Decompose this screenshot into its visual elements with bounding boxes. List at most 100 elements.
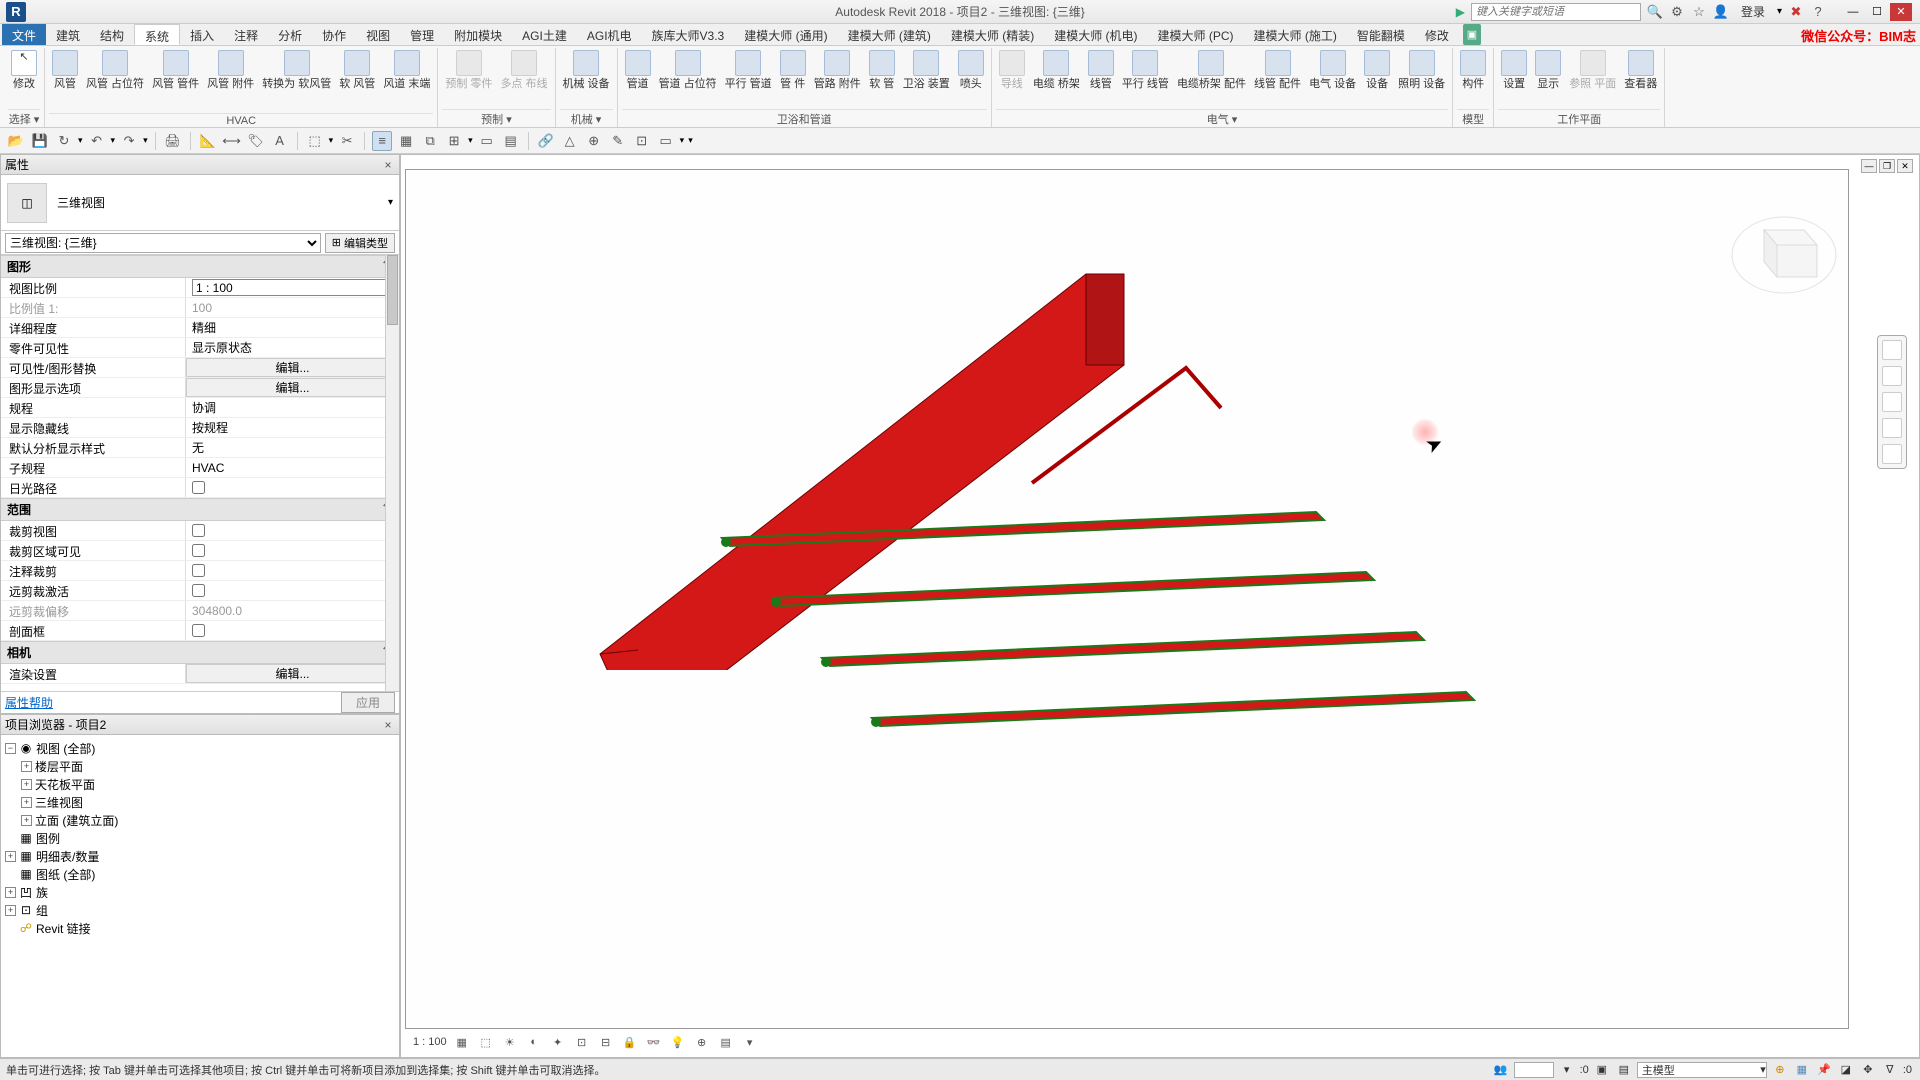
sel-face-icon[interactable]: ◪ [1837,1062,1855,1078]
mech-equip-button[interactable]: 机械 设备 [560,48,613,93]
exchange-icon[interactable]: ✖ [1788,4,1804,20]
tab-analyze[interactable]: 分析 [268,24,312,45]
far-clip-checkbox[interactable] [192,584,205,597]
duct-button[interactable]: 风管 [49,48,81,93]
sel-pinned-icon[interactable]: 📌 [1815,1062,1833,1078]
qat-undo-icon[interactable]: ↶ [87,131,107,151]
tree-toggle[interactable]: + [21,815,32,826]
discipline-value[interactable]: 协调 [186,398,399,417]
nav-orbit-icon[interactable] [1882,418,1902,438]
minimize-button[interactable]: — [1842,3,1864,21]
lock-icon[interactable]: 🔒 [621,1034,639,1050]
sel-link-icon[interactable]: ⊕ [1771,1062,1789,1078]
tab-jm1[interactable]: 建模大师 (通用) [734,24,837,45]
help-icon[interactable]: ? [1810,4,1826,20]
tree-toggle[interactable]: + [5,905,16,916]
qat-text-icon[interactable]: A [270,131,290,151]
tab-annotate[interactable]: 注释 [224,24,268,45]
tab-jm5[interactable]: 建模大师 (PC) [1148,24,1244,45]
tree-elevations[interactable]: 立面 (建筑立面) [35,812,118,829]
qat-thin-lines-icon[interactable]: ≡ [372,131,392,151]
qat-join-icon[interactable]: ▭ [656,131,676,151]
nav-zoom-icon[interactable] [1882,392,1902,412]
sel-underlay-icon[interactable]: ▦ [1793,1062,1811,1078]
viewer-button[interactable]: 查看器 [1621,48,1660,93]
more-icon[interactable]: ▾ [741,1034,759,1050]
star-icon[interactable]: ☆ [1691,4,1707,20]
view-restore-icon[interactable]: ❐ [1879,159,1895,173]
qat-print-icon[interactable]: 🖨 [163,131,183,151]
qat-close-hidden-icon[interactable]: ▦ [396,131,416,151]
qat-3d-icon[interactable]: ⬚ [305,131,325,151]
temp-hide-icon[interactable]: 👓 [645,1034,663,1050]
view-cube[interactable] [1729,205,1839,295]
qat-tag-icon[interactable]: 🏷 [246,131,266,151]
tab-view[interactable]: 视图 [356,24,400,45]
pipe-button[interactable]: 管道 [622,48,654,93]
tab-agi1[interactable]: AGI土建 [512,24,577,45]
vg-edit-button[interactable]: 编辑... [186,358,399,377]
login-link[interactable]: 登录 [1741,3,1765,20]
editable-icon[interactable]: ▣ [1593,1062,1611,1078]
qat-ui-icon[interactable]: ▭ [477,131,497,151]
tab-help-icon[interactable]: ▣ [1463,24,1481,45]
instance-filter-select[interactable]: 三维视图: {三维} [5,233,321,253]
qat-dim-icon[interactable]: ⟷ [222,131,242,151]
detail-level-icon[interactable]: ▦ [453,1034,471,1050]
sprinkler-button[interactable]: 喷头 [955,48,987,93]
qat-save-icon[interactable]: 💾 [30,131,50,151]
app-icon[interactable]: R [6,2,26,22]
tab-jm2[interactable]: 建模大师 (建筑) [838,24,941,45]
convert-flex-button[interactable]: 转换为 软风管 [259,48,334,93]
air-terminal-button[interactable]: 风道 末端 [380,48,433,93]
qat-more-icon[interactable]: ▤ [501,131,521,151]
reveal-icon[interactable]: 💡 [669,1034,687,1050]
properties-help-link[interactable]: 属性帮助 [5,694,53,711]
analytical-icon[interactable]: ⊕ [693,1034,711,1050]
tree-floorplans[interactable]: 楼层平面 [35,758,83,775]
parts-vis-value[interactable]: 显示原状态 [186,338,399,357]
view-minimize-icon[interactable]: — [1861,159,1877,173]
qat-link-icon[interactable]: 🔗 [536,131,556,151]
show-wp-button[interactable]: 显示 [1532,48,1564,93]
properties-close-icon[interactable]: × [381,158,395,172]
sunpath-checkbox[interactable] [192,481,205,494]
flex-duct-button[interactable]: 软 风管 [336,48,378,93]
maximize-button[interactable]: ☐ [1866,3,1888,21]
tab-addins[interactable]: 附加模块 [444,24,512,45]
qat-sync-icon[interactable]: ↻ [54,131,74,151]
sunpath-icon[interactable]: ☀ [501,1034,519,1050]
parallel-conduit-button[interactable]: 平行 线管 [1119,48,1172,93]
hidden-lines-value[interactable]: 按规程 [186,418,399,437]
conduit-button[interactable]: 线管 [1085,48,1117,93]
tree-views-root[interactable]: 视图 (全部) [36,740,95,757]
modify-button[interactable]: ↖修改 [8,48,40,93]
qat-coord-icon[interactable]: △ [560,131,580,151]
close-button[interactable]: ✕ [1890,3,1912,21]
device-button[interactable]: 设备 [1361,48,1393,93]
tree-toggle[interactable]: − [5,743,16,754]
qat-measure-icon[interactable]: 📐 [198,131,218,151]
nav-pan-icon[interactable] [1882,366,1902,386]
filter-sel-icon[interactable]: ∇ [1881,1062,1899,1078]
workset-input[interactable] [1514,1062,1554,1078]
duct-accessory-button[interactable]: 风管 附件 [204,48,257,93]
gdo-edit-button[interactable]: 编辑... [186,378,399,397]
analysis-style-value[interactable]: 无 [186,438,399,457]
subdiscipline-value[interactable]: HVAC [186,458,399,477]
component-button[interactable]: 构件 [1457,48,1489,93]
view-scale-input[interactable] [192,279,393,296]
render-edit-button[interactable]: 编辑... [186,664,399,683]
tree-schedules[interactable]: 明细表/数量 [36,848,99,865]
design-options-icon[interactable]: ▾ [1558,1062,1576,1078]
tab-agi2[interactable]: AGI机电 [577,24,642,45]
annotation-crop-checkbox[interactable] [192,564,205,577]
tree-sheets[interactable]: 图纸 (全部) [36,866,95,883]
qat-tile-icon[interactable]: ⊞ [444,131,464,151]
nav-wheel-icon[interactable] [1882,340,1902,360]
tree-toggle[interactable]: + [21,797,32,808]
filter-icon[interactable]: ▤ [1615,1062,1633,1078]
user-icon[interactable]: 👤 [1713,4,1729,20]
crop-view-checkbox[interactable] [192,524,205,537]
qat-spot-icon[interactable]: ⊕ [584,131,604,151]
